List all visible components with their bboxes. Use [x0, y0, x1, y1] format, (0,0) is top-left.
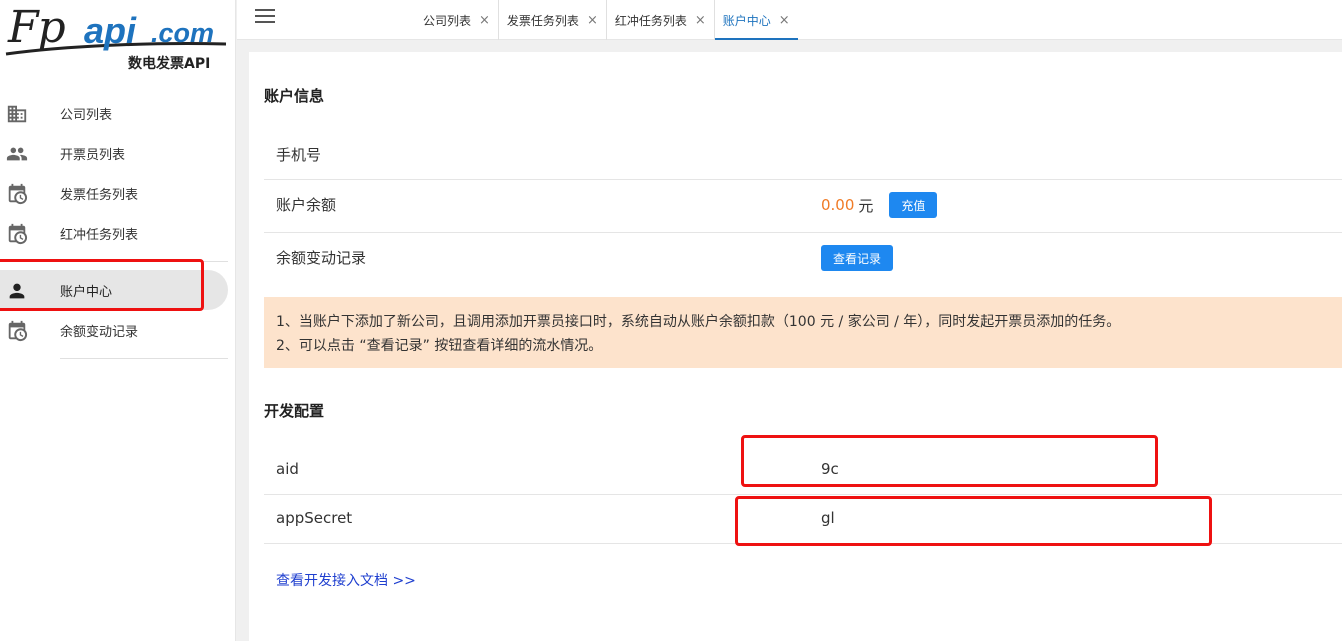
sidebar-item-red-flush-tasks[interactable]: 红冲任务列表 [0, 213, 236, 253]
top-bar: 公司列表 × 发票任务列表 × 红冲任务列表 × 账户中心 × [237, 0, 1342, 40]
sidebar-item-label: 公司列表 [60, 107, 113, 123]
balance-value: 0.00 元 充值 [821, 192, 938, 218]
logo-com: .com [151, 18, 215, 48]
close-icon[interactable]: × [695, 13, 706, 28]
tab-red-flush-tasks[interactable]: 红冲任务列表 × [607, 0, 715, 40]
secret-label: appSecret [276, 509, 353, 527]
building-icon [7, 105, 27, 123]
sidebar-item-label: 开票员列表 [60, 147, 126, 163]
tab-label: 账户中心 [722, 13, 771, 28]
view-records-button[interactable]: 查看记录 [821, 245, 894, 271]
sidebar: Fp api .com 数电发票API 公司列表 开票员列表 发票任务列表 红冲… [0, 0, 236, 641]
logo-api: api [84, 10, 137, 51]
tab-label: 公司列表 [423, 13, 472, 28]
sidebar-item-balance-records[interactable]: 余额变动记录 [0, 310, 236, 350]
menu-divider [60, 358, 228, 359]
sidebar-item-invoice-tasks[interactable]: 发票任务列表 [0, 173, 236, 213]
account-info-title: 账户信息 [264, 87, 325, 105]
calendar-clock-icon [8, 320, 28, 342]
recharge-button[interactable]: 充值 [889, 192, 938, 218]
balance-unit: 元 [858, 196, 874, 215]
balance-amount: 0.00 [821, 196, 855, 214]
tab-bar: 公司列表 × 发票任务列表 × 红冲任务列表 × 账户中心 × [415, 0, 798, 40]
brand-logo: Fp api .com 数电发票API [0, 0, 236, 86]
logo-fp: Fp [8, 2, 66, 53]
people-icon [6, 147, 28, 161]
records-row: 余额变动记录 查看记录 [264, 233, 1342, 285]
calendar-clock-icon [8, 183, 28, 205]
balance-row: 账户余额 0.00 元 充值 [264, 180, 1342, 233]
sidebar-item-company-list[interactable]: 公司列表 [0, 93, 236, 133]
notice-line-2: 2、可以点击 “查看记录” 按钮查看详细的流水情况。 [276, 338, 603, 354]
menu-toggle-icon[interactable] [255, 9, 275, 23]
records-label: 余额变动记录 [276, 249, 367, 267]
close-icon[interactable]: × [779, 13, 790, 28]
tab-label: 发票任务列表 [506, 13, 579, 28]
highlight-box [0, 259, 204, 311]
records-value: 查看记录 [821, 245, 894, 271]
phone-row: 手机号 [264, 128, 1342, 180]
close-icon[interactable]: × [587, 13, 598, 28]
sidebar-item-label: 发票任务列表 [60, 187, 139, 203]
notice-line-1: 1、当账户下添加了新公司，且调用添加开票员接口时，系统自动从账户余额扣款（100… [276, 314, 1121, 330]
balance-label: 账户余额 [276, 196, 337, 214]
tab-company-list[interactable]: 公司列表 × [415, 0, 499, 40]
sidebar-menu: 公司列表 开票员列表 发票任务列表 红冲任务列表 账户中心 余额变动记录 [0, 93, 236, 367]
calendar-clock-icon [8, 223, 28, 245]
highlight-box [741, 435, 1158, 487]
tab-label: 红冲任务列表 [614, 13, 687, 28]
phone-label: 手机号 [276, 146, 322, 164]
highlight-box [735, 496, 1212, 546]
main-content: 账户信息 手机号 账户余额 0.00 元 充值 余额变动记录 查看记录 1、当账… [249, 52, 1342, 641]
tab-invoice-tasks[interactable]: 发票任务列表 × [499, 0, 607, 40]
sidebar-item-label: 红冲任务列表 [60, 227, 139, 243]
dev-doc-link[interactable]: 查看开发接入文档 >> [276, 570, 416, 590]
dev-config-title: 开发配置 [264, 402, 325, 420]
close-icon[interactable]: × [479, 13, 490, 28]
logo-subtitle: 数电发票API [128, 56, 211, 72]
sidebar-item-label: 余额变动记录 [60, 324, 139, 340]
aid-label: aid [276, 460, 299, 478]
notice-box: 1、当账户下添加了新公司，且调用添加开票员接口时，系统自动从账户余额扣款（100… [264, 297, 1342, 368]
tab-account-center[interactable]: 账户中心 × [714, 0, 798, 40]
sidebar-item-drawer-list[interactable]: 开票员列表 [0, 133, 236, 173]
